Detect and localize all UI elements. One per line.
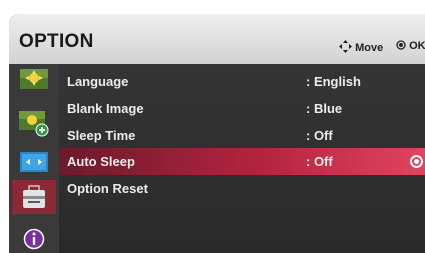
- menu-header: OPTION Move OK: [9, 14, 425, 64]
- option-value: : Off: [306, 154, 333, 169]
- option-label: Option Reset: [67, 181, 148, 196]
- option-value: : Off: [306, 128, 333, 143]
- move-hint: Move: [339, 40, 383, 54]
- option-row-blank-image[interactable]: Blank Image : Blue: [59, 95, 425, 122]
- option-list: Language : English Blank Image : Blue Sl…: [59, 64, 425, 253]
- option-row-option-reset[interactable]: Option Reset: [59, 175, 425, 202]
- option-row-auto-sleep[interactable]: Auto Sleep : Off: [59, 148, 425, 175]
- toolbox-icon[interactable]: [12, 180, 56, 214]
- option-label: Sleep Time: [67, 128, 136, 143]
- info-icon[interactable]: [12, 227, 56, 251]
- category-sidebar: [9, 64, 59, 253]
- option-label: Blank Image: [67, 101, 144, 116]
- ok-hint: OK: [396, 40, 425, 52]
- picture-add-icon[interactable]: [12, 110, 56, 138]
- option-value: : Blue: [306, 101, 343, 116]
- move-hint-label: Move: [355, 42, 384, 54]
- option-row-language[interactable]: Language : English: [59, 68, 425, 95]
- screen-icon[interactable]: [12, 148, 56, 176]
- ok-indicator-icon: [410, 155, 423, 168]
- move-arrows-icon: [339, 40, 355, 54]
- option-menu-window: OPTION Move OK Language: English Blank …: [9, 14, 425, 253]
- ok-circle-icon: [396, 40, 409, 52]
- option-row-sleep-time[interactable]: Sleep Time : Off: [59, 122, 425, 149]
- option-label: Language: [67, 74, 129, 89]
- menu-title: OPTION: [19, 31, 94, 52]
- option-value: : English: [306, 74, 361, 89]
- ok-hint-label: OK: [409, 40, 425, 52]
- option-label: Auto Sleep: [67, 154, 135, 169]
- picture-icon[interactable]: [12, 67, 56, 91]
